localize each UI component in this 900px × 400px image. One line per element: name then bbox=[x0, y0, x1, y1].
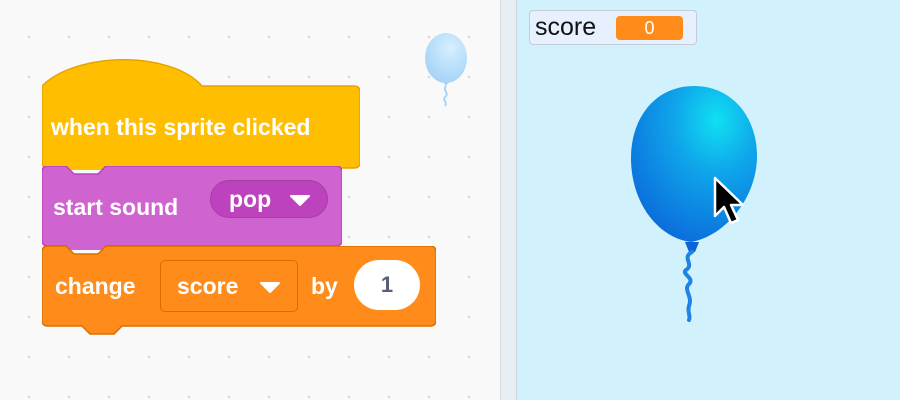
stage[interactable]: score 0 bbox=[516, 0, 900, 400]
change-variable-block[interactable]: change score by 1 bbox=[42, 246, 436, 342]
by-label: by bbox=[311, 273, 338, 299]
chevron-down-icon bbox=[260, 282, 280, 293]
code-area[interactable]: when this sprite clicked start sound pop… bbox=[0, 0, 501, 400]
monitor-label: score bbox=[535, 13, 597, 41]
hat-block-label: when this sprite clicked bbox=[51, 114, 311, 140]
change-label: change bbox=[55, 273, 136, 299]
variable-dropdown-value: score bbox=[177, 272, 239, 299]
cursor-pointer-icon bbox=[713, 176, 745, 225]
monitor-value: 0 bbox=[616, 16, 683, 40]
start-sound-block[interactable]: start sound pop bbox=[42, 166, 342, 250]
start-sound-label: start sound bbox=[53, 194, 179, 220]
sound-dropdown[interactable]: pop bbox=[210, 180, 328, 218]
amount-input[interactable]: 1 bbox=[354, 260, 420, 310]
variable-dropdown[interactable]: score bbox=[160, 260, 298, 312]
when-sprite-clicked-hat-block[interactable]: when this sprite clicked bbox=[42, 58, 360, 170]
sound-dropdown-value: pop bbox=[229, 185, 272, 212]
balloon-sprite-thumbnail[interactable] bbox=[422, 32, 470, 110]
score-variable-monitor[interactable]: score 0 bbox=[529, 10, 697, 45]
chevron-down-icon bbox=[290, 195, 310, 206]
